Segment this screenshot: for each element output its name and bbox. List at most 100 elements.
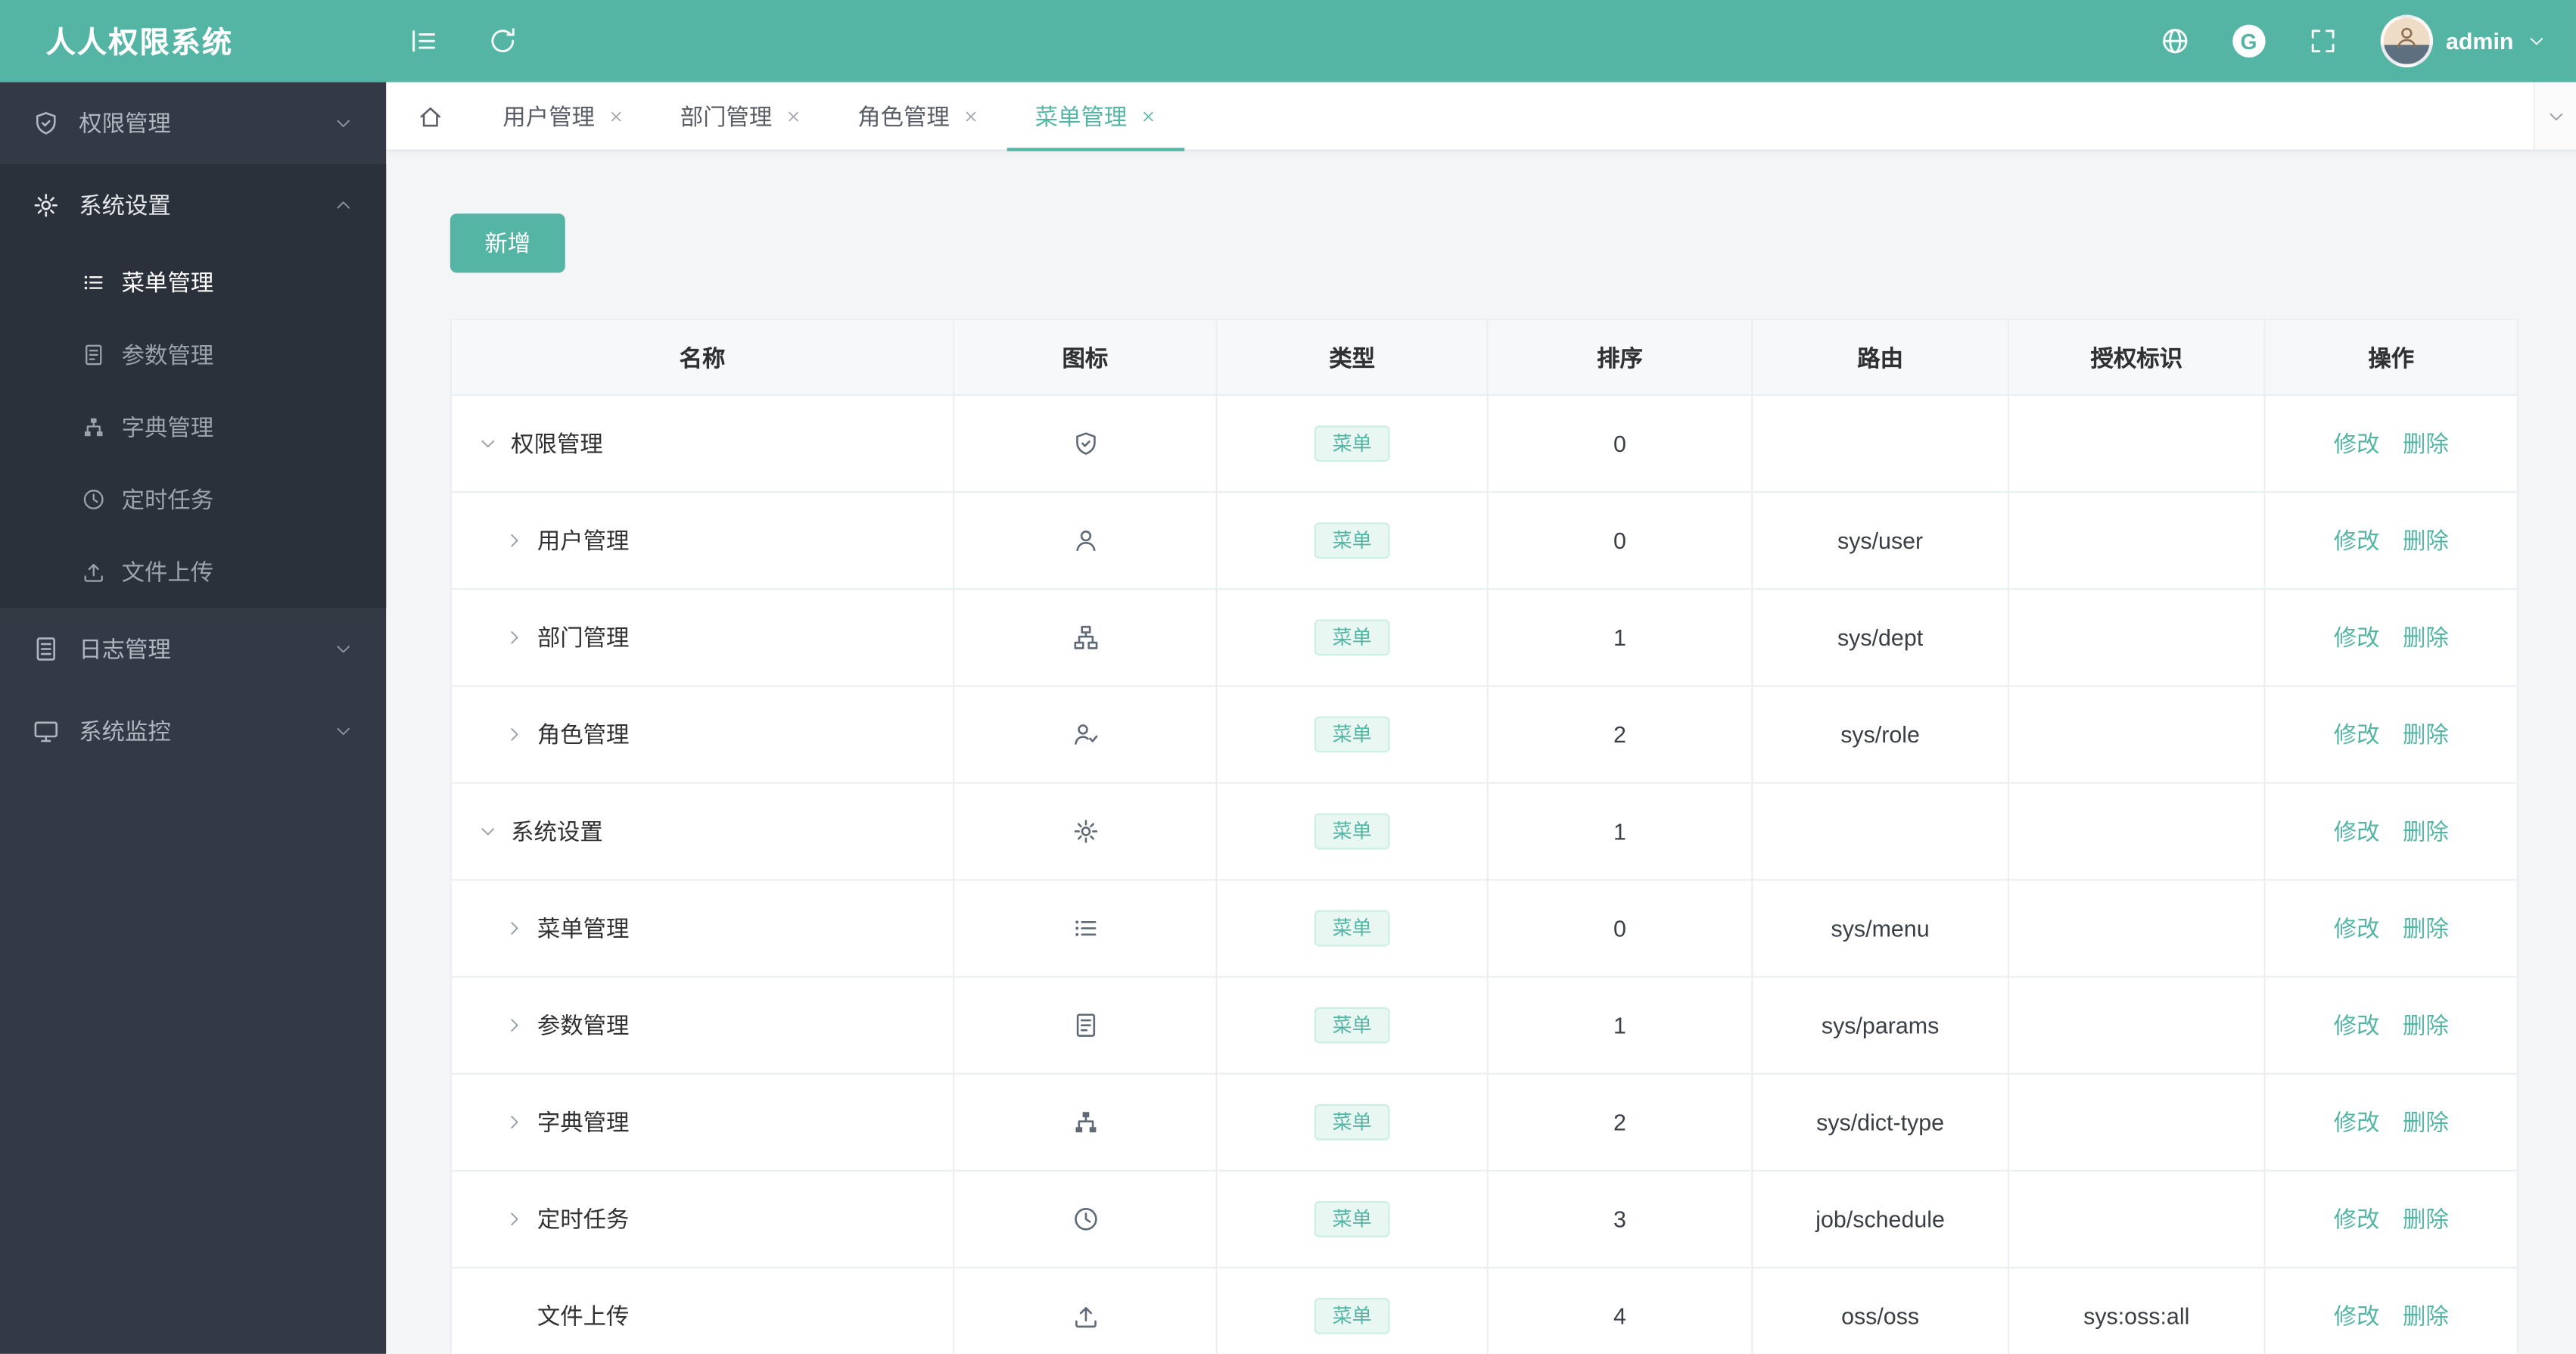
delete-link[interactable]: 删除 [2403,1206,2449,1232]
upload-icon [82,560,105,583]
delete-link[interactable]: 删除 [2403,1109,2449,1135]
close-icon[interactable] [963,107,979,124]
tab-user-management[interactable]: 用户管理 [474,82,652,150]
tab-home[interactable] [386,82,474,150]
user-menu[interactable]: admin [2380,14,2546,68]
sidebar-item-label: 定时任务 [121,486,214,513]
sidebar-item-log-management[interactable]: 日志管理 [0,608,386,690]
delete-link[interactable]: 删除 [2403,818,2449,845]
edit-link[interactable]: 修改 [2334,721,2380,748]
sort-cell: 4 [1486,1266,1753,1354]
sitemap-icon [1072,1109,1099,1135]
tab-role-management[interactable]: 角色管理 [829,82,1006,150]
sort-cell: 0 [1486,394,1753,493]
chevron-right-icon[interactable] [504,627,524,647]
route-cell: job/schedule [1751,1169,2010,1268]
tab-menu-management[interactable]: 菜单管理 [1006,82,1185,151]
home-icon [417,103,443,129]
chevron-right-icon[interactable] [504,531,524,550]
table-row: 用户管理 菜单 0 sys/user 修改 删除 [450,491,2518,590]
edit-link[interactable]: 修改 [2334,1206,2380,1232]
close-icon[interactable] [786,107,802,124]
column-header-perms: 授权标识 [2007,319,2266,397]
person-icon [2393,25,2419,51]
edit-link[interactable]: 修改 [2334,431,2380,457]
sidebar-item-scheduled-tasks[interactable]: 定时任务 [0,463,386,536]
type-badge: 菜单 [1314,425,1390,462]
chevron-down-icon[interactable] [478,434,498,453]
sidebar: 权限管理 系统设置 菜单管理 参数管理 字典管理 定时任务 文件上传 日志管理 … [0,82,387,1354]
route-cell: sys/role [1751,685,2010,784]
sidebar-submenu: 菜单管理 参数管理 字典管理 定时任务 文件上传 [0,247,386,609]
globe-icon[interactable] [2160,26,2189,56]
menu-name: 角色管理 [537,721,630,748]
sort-cell: 3 [1486,1169,1753,1268]
menu-name: 参数管理 [537,1012,630,1039]
type-badge: 菜单 [1314,1103,1390,1141]
chevron-down-icon [334,114,353,133]
delete-link[interactable]: 删除 [2403,528,2449,554]
perms-cell [2007,394,2266,493]
user-icon [1072,528,1099,554]
menu-fold-icon[interactable] [409,26,439,56]
add-button[interactable]: 新增 [450,213,565,273]
type-badge: 菜单 [1314,813,1390,850]
fullscreen-icon[interactable] [2308,26,2338,56]
refresh-icon[interactable] [488,26,518,56]
edit-link[interactable]: 修改 [2334,624,2380,651]
chevron-down-icon [2527,31,2546,51]
sort-cell: 0 [1486,879,1753,978]
sidebar-item-menu-management[interactable]: 菜单管理 [0,247,386,319]
edit-link[interactable]: 修改 [2334,1303,2380,1330]
chevron-right-icon[interactable] [504,1113,524,1132]
edit-link[interactable]: 修改 [2334,528,2380,554]
delete-link[interactable]: 删除 [2403,624,2449,651]
perms-cell [2007,685,2266,784]
table-row: 文件上传 菜单 4 oss/oss sys:oss:all 修改 删除 [450,1266,2518,1354]
chevron-down-icon[interactable] [478,821,498,841]
edit-link[interactable]: 修改 [2334,1109,2380,1135]
table-row: 部门管理 菜单 1 sys/dept 修改 删除 [450,588,2518,687]
table-header-row: 名称 图标 类型 排序 路由 授权标识 操作 [450,319,2518,397]
perms-cell [2007,782,2266,881]
log-icon [33,636,59,662]
sort-cell: 0 [1486,491,1753,590]
chevron-right-icon[interactable] [504,1016,524,1035]
close-icon[interactable] [1140,107,1157,124]
tab-list-dropdown[interactable] [2533,82,2576,150]
close-icon[interactable] [608,107,624,124]
g-badge-icon[interactable]: G [2232,24,2266,58]
delete-link[interactable]: 删除 [2403,721,2449,748]
tab-label: 角色管理 [857,102,950,129]
sort-cell: 2 [1486,1072,1753,1172]
delete-link[interactable]: 删除 [2403,1303,2449,1330]
shield-icon [33,110,59,136]
tab-dept-management[interactable]: 部门管理 [652,82,829,150]
delete-link[interactable]: 删除 [2403,915,2449,942]
delete-link[interactable]: 删除 [2403,1012,2449,1038]
avatar[interactable] [2380,14,2433,68]
chevron-right-icon[interactable] [504,919,524,938]
tab-label: 部门管理 [680,102,773,129]
table-row: 定时任务 菜单 3 job/schedule 修改 删除 [450,1169,2518,1268]
clock-icon [1072,1206,1099,1232]
route-cell: sys/user [1751,491,2010,590]
edit-link[interactable]: 修改 [2334,1012,2380,1038]
sidebar-item-permission[interactable]: 权限管理 [0,82,386,165]
sidebar-item-system-monitor[interactable]: 系统监控 [0,690,386,773]
chevron-right-icon[interactable] [504,1209,524,1229]
sidebar-item-system-settings[interactable]: 系统设置 [0,164,386,247]
type-badge: 菜单 [1314,1007,1390,1044]
route-cell: sys/dict-type [1751,1072,2010,1172]
sidebar-item-dict-management[interactable]: 字典管理 [0,391,386,464]
chevron-right-icon[interactable] [504,724,524,744]
route-cell: sys/params [1751,976,2010,1075]
edit-link[interactable]: 修改 [2334,915,2380,942]
perms-cell [2007,588,2266,687]
sidebar-item-params-management[interactable]: 参数管理 [0,319,386,391]
delete-link[interactable]: 删除 [2403,431,2449,457]
sidebar-item-file-upload[interactable]: 文件上传 [0,536,386,609]
table-row: 角色管理 菜单 2 sys/role 修改 删除 [450,685,2518,784]
edit-link[interactable]: 修改 [2334,818,2380,845]
column-header-name: 名称 [450,319,955,397]
